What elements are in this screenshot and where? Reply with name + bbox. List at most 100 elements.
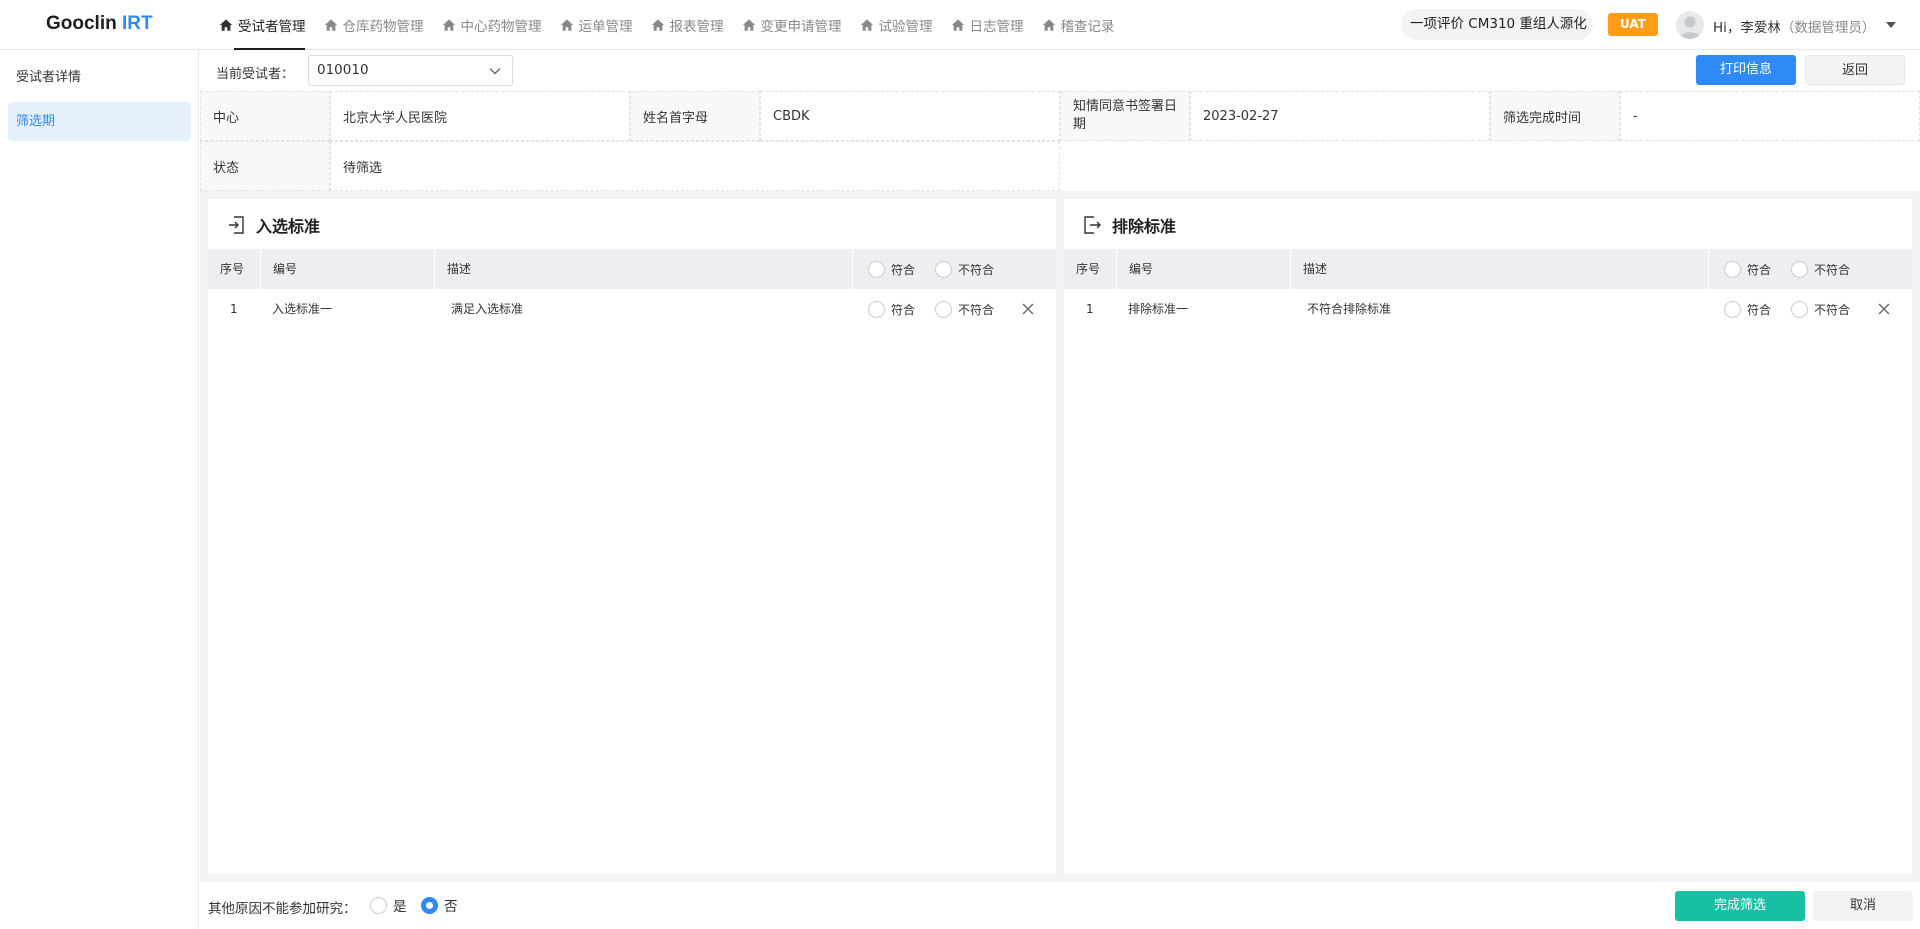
table-row: 1 入选标准一 满足入选标准 符合 不符合 [208,289,1056,329]
row-judgement: 符合 不符合 [1724,301,1870,318]
logo-accent-text: IRT [116,13,153,34]
not-meet-label: 不符合 [1814,303,1851,317]
col-code: 编号 [1116,249,1290,289]
nav-item-label: 日志管理 [969,19,1024,35]
home-icon [951,19,964,31]
other-reason-yes-option[interactable]: 是 [370,895,407,915]
subject-select[interactable]: 010010 [308,55,513,86]
nav-item-label: 受试者管理 [238,19,306,35]
nav-item-audit-records[interactable]: 稽查记录 [1033,0,1124,50]
main-content: 当前受试者： 010010 打印信息 返回 中心 北京大学人民医院 姓名首字母 … [200,51,1920,929]
app-logo[interactable]: Gooclin IRT [46,13,153,35]
subject-select-value: 010010 [317,62,369,78]
exclusion-select-all: 符合 不符合 [1724,261,1870,278]
status-value: 待筛选 [330,141,1060,191]
yes-radio[interactable] [370,896,387,914]
nav-item-trial-management[interactable]: 试验管理 [851,0,942,50]
col-code: 编号 [260,249,434,289]
center-value: 北京大学人民医院 [330,91,630,141]
close-icon[interactable] [1876,301,1892,317]
inclusion-title-text: 入选标准 [256,217,321,236]
nav-item-label: 变更申请管理 [760,19,842,35]
meet-radio[interactable] [1724,301,1741,318]
close-icon[interactable] [1020,301,1036,317]
home-icon [651,19,664,31]
home-icon [860,19,873,31]
not-meet-label: 不符合 [958,263,995,277]
nav-item-logs[interactable]: 日志管理 [942,0,1033,50]
meet-label: 符合 [1747,303,1772,317]
row-index: 1 [230,302,238,316]
select-all-meet-radio[interactable] [868,261,885,278]
sidebar-item-subject-details[interactable]: 受试者详情 [8,58,191,97]
cancel-button[interactable]: 取消 [1813,891,1913,921]
table-row: 1 排除标准一 不符合排除标准 符合 不符合 [1064,289,1912,329]
meet-radio[interactable] [868,301,885,318]
sidebar-item-screening-period[interactable]: 筛选期 [8,102,191,141]
nav-item-waybill[interactable]: 运单管理 [551,0,642,50]
exclusion-title: 排除标准 [1082,213,1176,237]
inclusion-table-header: 序号 编号 描述 符合 不符合 [208,249,1056,289]
nav-item-center-drug[interactable]: 中心药物管理 [433,0,551,50]
select-all-meet-radio[interactable] [1724,261,1741,278]
home-icon [442,19,455,31]
center-label: 中心 [200,91,330,141]
nav-item-subject-management[interactable]: 受试者管理 [210,0,315,50]
home-icon [560,19,573,31]
login-icon [229,216,244,234]
no-radio[interactable] [421,896,438,914]
not-meet-radio[interactable] [935,301,953,318]
not-meet-radio[interactable] [1791,301,1809,318]
user-name: Hi，李爱林 [1713,20,1781,36]
main-nav: 受试者管理 仓库药物管理 中心药物管理 运单管理 报表管理 变更申请管理 试验管… [210,0,1124,50]
nav-item-warehouse-drug[interactable]: 仓库药物管理 [315,0,433,50]
row-judgement: 符合 不符合 [868,301,1014,318]
inclusion-select-all: 符合 不符合 [868,261,1014,278]
exclusion-criteria-panel: 排除标准 序号 编号 描述 符合 不符合 1 排除标准一 不符合排除标准 符合 … [1064,199,1912,874]
sidebar: 受试者详情 筛选期 [0,50,199,929]
col-desc: 描述 [1290,249,1708,289]
nav-item-label: 试验管理 [878,19,933,35]
exclusion-table-header: 序号 编号 描述 符合 不符合 [1064,249,1912,289]
other-reason-label: 其他原因不能参加研究： [208,901,357,917]
print-info-button[interactable]: 打印信息 [1696,55,1796,85]
other-reason-no-option[interactable]: 否 [421,895,458,915]
user-greeting[interactable]: Hi，李爱林（数据管理员） [1713,16,1875,36]
complete-screening-button[interactable]: 完成筛选 [1675,891,1805,921]
home-icon [1042,19,1055,31]
select-all-not-meet-radio[interactable] [935,261,953,278]
home-icon [324,19,337,31]
col-index: 序号 [1076,262,1101,276]
nav-item-change-requests[interactable]: 变更申请管理 [733,0,851,50]
top-header: Gooclin IRT 受试者管理 仓库药物管理 中心药物管理 运单管理 报表管… [0,0,1920,50]
nav-item-label: 仓库药物管理 [342,19,424,35]
meet-label: 符合 [891,263,916,277]
row-index: 1 [1086,302,1094,316]
chevron-down-icon[interactable] [1886,22,1896,28]
nav-item-label: 报表管理 [669,19,724,35]
col-desc: 描述 [434,249,852,289]
subject-toolbar: 当前受试者： 010010 打印信息 返回 [200,51,1920,91]
user-role: （数据管理员） [1780,20,1876,36]
logo-text: Gooclin [46,13,117,34]
back-button[interactable]: 返回 [1805,55,1905,85]
action-footer: 其他原因不能参加研究： 是 否 完成筛选 取消 [200,882,1920,929]
select-all-not-meet-radio[interactable] [1791,261,1809,278]
initials-value: CBDK [760,91,1060,141]
status-label: 状态 [200,141,330,191]
inclusion-title: 入选标准 [226,213,320,237]
row-desc: 满足入选标准 [451,302,524,316]
meet-label: 符合 [1747,263,1772,277]
nav-item-reports[interactable]: 报表管理 [642,0,733,50]
avatar[interactable] [1676,11,1704,39]
current-subject-label: 当前受试者： [216,67,295,82]
inclusion-criteria-panel: 入选标准 序号 编号 描述 符合 不符合 1 入选标准一 满足入选标准 符合 不… [208,199,1056,874]
home-icon [742,19,755,31]
initials-label: 姓名首字母 [630,91,760,141]
project-selector[interactable]: 一项评价 CM310 重组人源化 [1401,9,1593,40]
row-code: 排除标准一 [1128,302,1189,316]
consent-date-label: 知情同意书签署日期 [1060,91,1190,141]
meet-label: 符合 [891,303,916,317]
logout-icon [1084,216,1101,234]
not-meet-label: 不符合 [958,303,995,317]
